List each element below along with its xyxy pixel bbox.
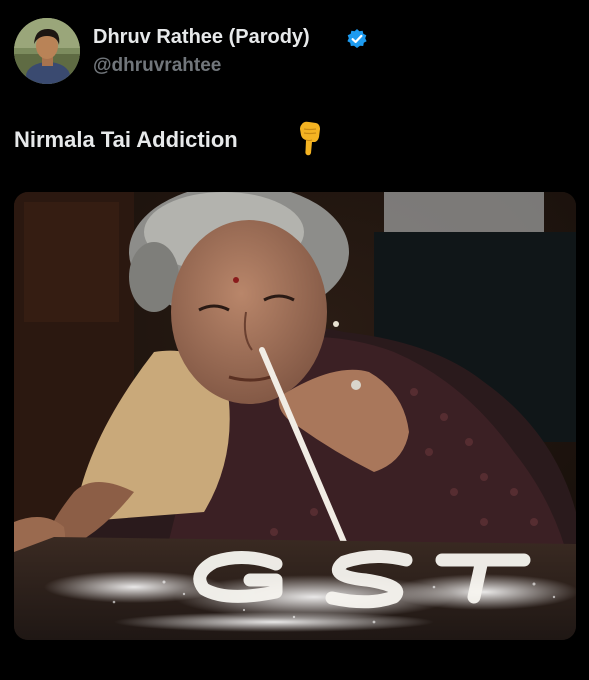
author-avatar[interactable] — [14, 18, 80, 84]
author-display-name[interactable]: Dhruv Rathee (Parody) — [93, 26, 310, 49]
pointing-down-emoji-icon — [300, 121, 320, 156]
verified-badge-icon — [347, 29, 367, 48]
tweet-media-photo[interactable] — [14, 192, 576, 640]
tweet-text: Nirmala Tai Addiction — [14, 127, 238, 152]
media-photo — [14, 192, 576, 640]
avatar-photo — [14, 18, 80, 84]
tweet-post[interactable]: Dhruv Rathee (Parody) @dhruvrahtee Nirma… — [0, 0, 589, 680]
author-handle[interactable]: @dhruvrahtee — [93, 55, 221, 77]
